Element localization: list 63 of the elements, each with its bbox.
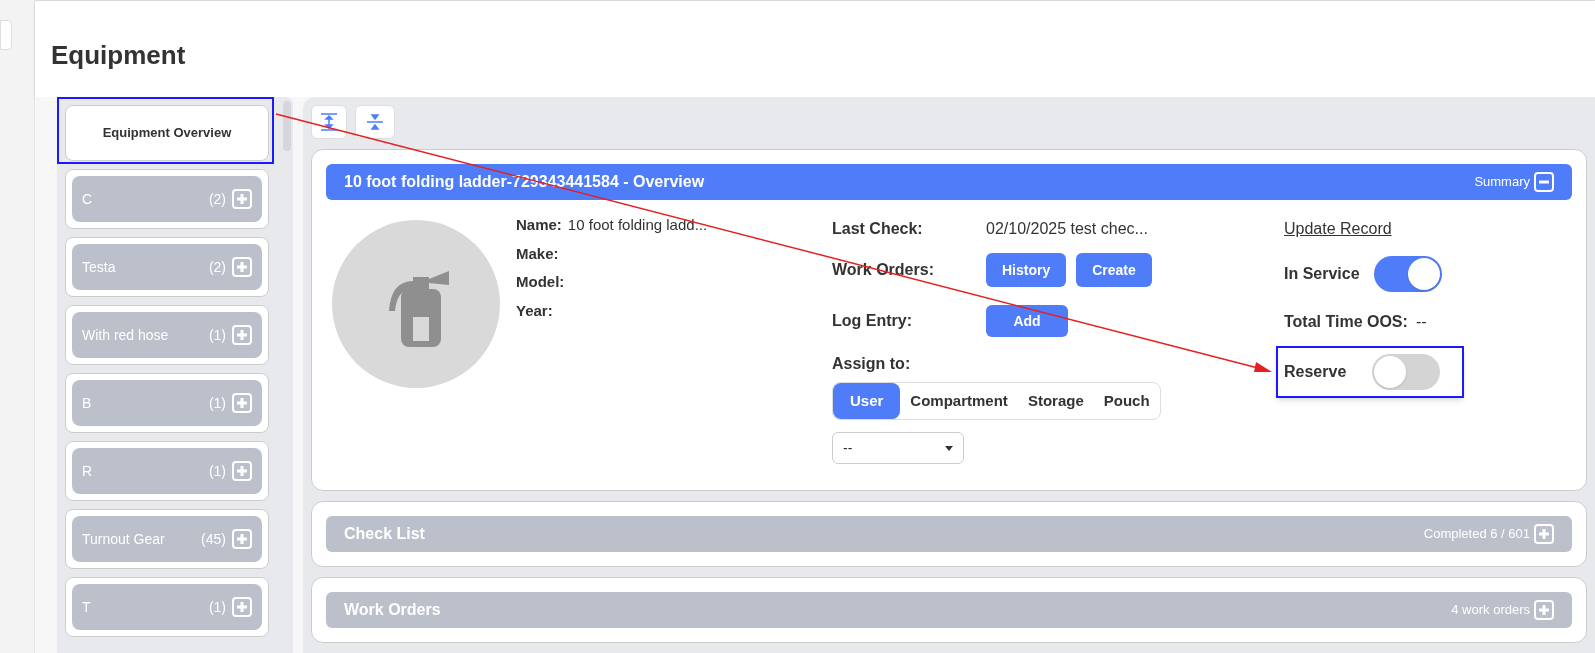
update-record-link[interactable]: Update Record xyxy=(1284,214,1465,244)
side-tab[interactable] xyxy=(0,20,12,50)
toggle-label: Reserve xyxy=(1284,362,1347,382)
plus-icon[interactable] xyxy=(232,189,252,209)
item-count: (45) xyxy=(201,529,226,549)
field-label: Total Time OOS: xyxy=(1284,312,1408,332)
add-button[interactable]: Add xyxy=(986,305,1068,337)
plus-icon[interactable] xyxy=(1534,600,1554,620)
toggle-label: In Service xyxy=(1284,264,1360,284)
field-label: Model: xyxy=(516,272,565,292)
section-info: Completed 6 / 601 xyxy=(1423,525,1530,544)
section-title: Work Orders xyxy=(344,600,442,620)
caret-icon xyxy=(945,445,953,451)
summary-label: Summary xyxy=(1474,173,1530,192)
category-label: Testa xyxy=(82,257,117,277)
collapse-icon xyxy=(365,112,385,132)
item-count: (1) xyxy=(208,393,226,413)
field-label: Make: xyxy=(516,243,559,264)
section-info: 4 work orders xyxy=(1451,601,1530,620)
section-title: Check List xyxy=(344,524,426,544)
action-button[interactable]: Create xyxy=(1076,253,1152,287)
item-count: (1) xyxy=(208,597,226,617)
item-count: (2) xyxy=(208,189,226,209)
plus-icon[interactable] xyxy=(232,393,252,413)
field-label: Last Check: xyxy=(832,219,924,239)
field-label: Work Orders: xyxy=(832,260,935,280)
assign-select[interactable]: -- xyxy=(832,432,964,464)
category-label: B xyxy=(82,393,93,413)
plus-icon[interactable] xyxy=(232,257,252,277)
toggle-switch[interactable] xyxy=(1373,256,1442,292)
item-count: (1) xyxy=(208,461,226,481)
toggle-switch[interactable] xyxy=(1372,354,1441,390)
field-label: Assign to: xyxy=(832,354,912,374)
field-label: Name: xyxy=(516,215,562,235)
item-count: (1) xyxy=(208,325,226,345)
sidebar-item[interactable]: Equipment Overview xyxy=(65,105,269,161)
item-count: (2) xyxy=(208,257,226,277)
minus-icon[interactable] xyxy=(1534,172,1554,192)
assign-tab[interactable]: User xyxy=(833,383,901,419)
field-value: 02/10/2025 test chec... xyxy=(986,219,1148,239)
plus-icon[interactable] xyxy=(1534,524,1554,544)
category-label: T xyxy=(82,597,92,617)
category-label: C xyxy=(82,189,94,209)
category-label: With red hose xyxy=(82,325,170,345)
scrollbar xyxy=(283,101,291,151)
plus-icon[interactable] xyxy=(232,529,252,549)
expand-all-button[interactable] xyxy=(311,105,347,139)
category-label: R xyxy=(82,461,94,481)
assign-tab[interactable]: Pouch xyxy=(1093,383,1160,419)
field-label: Log Entry: xyxy=(832,311,913,331)
plus-icon[interactable] xyxy=(232,325,252,345)
category-label: Turnout Gear xyxy=(82,529,166,549)
expand-icon xyxy=(319,112,339,132)
action-button[interactable]: History xyxy=(986,253,1067,287)
field-value: -- xyxy=(1415,312,1427,332)
field-label: Year: xyxy=(516,300,553,321)
field-value: 10 foot folding ladd... xyxy=(567,215,708,235)
collapse-all-button[interactable] xyxy=(355,105,395,139)
assign-tab[interactable]: Compartment xyxy=(900,383,1018,419)
assign-tab[interactable]: Storage xyxy=(1017,383,1094,419)
plus-icon[interactable] xyxy=(232,597,252,617)
plus-icon[interactable] xyxy=(232,461,252,481)
page-title: Equipment xyxy=(51,39,186,72)
